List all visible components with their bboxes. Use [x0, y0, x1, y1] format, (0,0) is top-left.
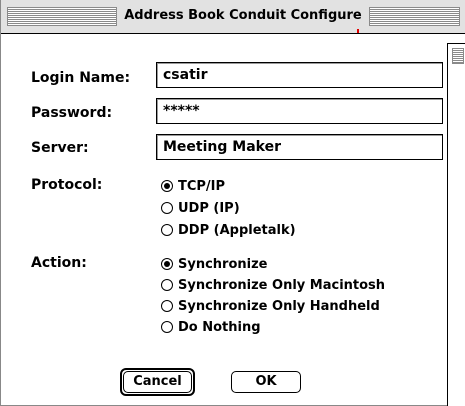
server-label: Server: [31, 140, 89, 156]
radio-selected-icon[interactable] [161, 258, 173, 270]
protocol-label: Protocol: [31, 177, 103, 193]
login-name-field-frame [156, 62, 443, 88]
ok-button[interactable]: OK [231, 371, 301, 393]
action-option-sync-handheld[interactable]: Synchronize Only Handheld [161, 297, 380, 315]
protocol-option-tcp-ip[interactable]: TCP/IP [161, 177, 225, 195]
action-option-label: Synchronize Only Macintosh [178, 277, 386, 293]
window-title: Address Book Conduit Configure [117, 5, 369, 27]
protocol-option-ddp[interactable]: DDP (Appletalk) [161, 221, 296, 239]
radio-unselected-icon[interactable] [161, 224, 173, 236]
action-label: Action: [31, 255, 87, 271]
scroll-grip-icon[interactable] [452, 48, 464, 64]
password-label: Password: [31, 105, 113, 121]
action-option-label: Do Nothing [178, 319, 261, 335]
protocol-option-udp[interactable]: UDP (IP) [161, 199, 240, 217]
background-window-scrollbar[interactable] [447, 43, 465, 406]
protocol-option-label: UDP (IP) [178, 200, 240, 216]
radio-unselected-icon[interactable] [161, 321, 173, 333]
cancel-button[interactable]: Cancel [123, 371, 192, 393]
action-option-label: Synchronize Only Handheld [178, 298, 380, 314]
radio-unselected-icon[interactable] [161, 279, 173, 291]
login-name-field[interactable] [157, 63, 442, 87]
title-bar[interactable]: Address Book Conduit Configure [1, 0, 465, 34]
action-option-do-nothing[interactable]: Do Nothing [161, 318, 261, 336]
radio-unselected-icon[interactable] [161, 202, 173, 214]
title-bar-stripes-right [369, 7, 460, 26]
action-option-synchronize[interactable]: Synchronize [161, 255, 268, 273]
protocol-option-label: TCP/IP [178, 178, 226, 194]
red-marker [357, 29, 359, 33]
action-option-label: Synchronize [178, 256, 268, 272]
password-field-frame [156, 98, 443, 124]
radio-selected-icon[interactable] [161, 180, 173, 192]
password-field[interactable] [157, 99, 442, 123]
login-name-label: Login Name: [31, 70, 131, 86]
configure-window: Address Book Conduit Configure Login Nam… [0, 0, 465, 406]
server-field-frame [156, 134, 443, 160]
protocol-option-label: DDP (Appletalk) [178, 222, 296, 238]
title-bar-stripes-left [7, 7, 117, 26]
server-field[interactable] [157, 135, 442, 159]
action-option-sync-macintosh[interactable]: Synchronize Only Macintosh [161, 276, 385, 294]
radio-unselected-icon[interactable] [161, 300, 173, 312]
